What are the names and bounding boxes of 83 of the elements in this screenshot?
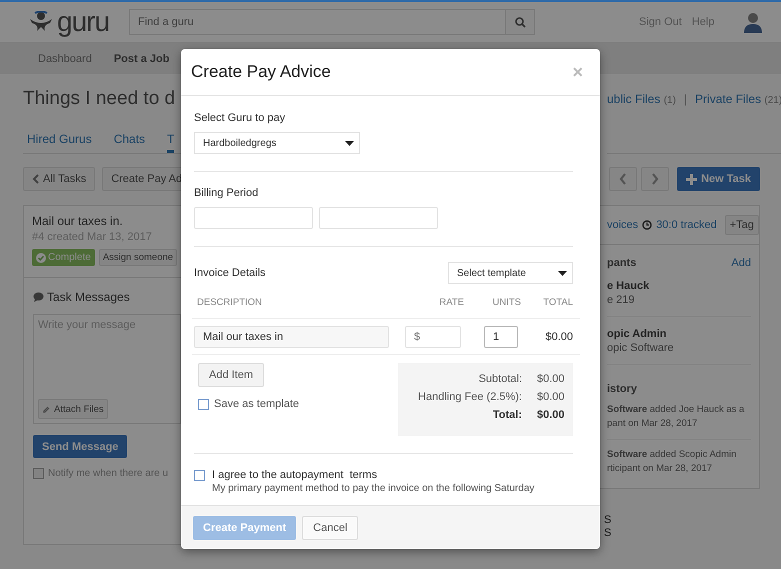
column-header: DESCRIPTION bbox=[196, 296, 263, 308]
summary-label: Subtotal: bbox=[478, 373, 522, 387]
tab[interactable]: Chats bbox=[114, 124, 146, 153]
units-field[interactable]: 1 bbox=[484, 326, 518, 348]
assign-button[interactable]: Assign someone bbox=[98, 249, 178, 266]
close-button[interactable]: × bbox=[572, 62, 583, 82]
participant-detail: e 219 bbox=[607, 293, 636, 307]
notify-label: Notify me when there are u bbox=[48, 468, 168, 479]
checkbox[interactable] bbox=[194, 470, 205, 481]
rate-field[interactable]: $ bbox=[405, 326, 461, 348]
checkbox[interactable] bbox=[198, 398, 209, 410]
logo-text: guru bbox=[57, 8, 110, 36]
header-link[interactable]: Help bbox=[692, 16, 714, 28]
all-tasks-button[interactable]: All Tasks bbox=[23, 167, 96, 191]
summary-value: $0.00 bbox=[537, 409, 563, 423]
participants-title: pants bbox=[607, 257, 636, 269]
plus-icon bbox=[686, 174, 698, 184]
chevron-right-icon bbox=[651, 173, 660, 185]
check-circle-icon bbox=[36, 252, 46, 262]
logo-icon bbox=[27, 11, 55, 33]
header-link[interactable]: Sign Out bbox=[639, 16, 682, 28]
summary-value: $0.00 bbox=[537, 391, 563, 405]
send-message-button[interactable]: Send Message bbox=[33, 435, 128, 458]
template-select[interactable]: Select template bbox=[448, 262, 573, 284]
invoices-link[interactable]: voices bbox=[607, 219, 638, 231]
files-link[interactable]: ublic Files (1) bbox=[607, 92, 676, 106]
chevron-left-icon bbox=[32, 174, 39, 184]
tab[interactable]: T bbox=[167, 124, 174, 153]
dialog-button[interactable]: Cancel bbox=[302, 516, 358, 540]
tab[interactable]: Hired Gurus bbox=[27, 124, 92, 153]
nav-link[interactable]: Post a Job bbox=[114, 52, 170, 64]
history-text: rticipant on Mar 28, 2017 bbox=[607, 462, 712, 476]
complete-button[interactable]: Complete bbox=[32, 249, 95, 266]
dialog-title: Create Pay Advice bbox=[191, 62, 331, 82]
new-task-button[interactable]: New Task bbox=[677, 167, 760, 191]
participant-name: e Hauck bbox=[607, 279, 650, 293]
page-title: Things I need to d bbox=[23, 88, 176, 110]
search-field[interactable]: Find a guru bbox=[129, 9, 505, 35]
search-icon bbox=[514, 16, 526, 28]
field-label: Select Guru to pay bbox=[194, 112, 286, 124]
separator: | bbox=[684, 92, 688, 106]
field-label: Billing Period bbox=[194, 187, 260, 199]
column-header: TOTAL bbox=[542, 296, 573, 308]
chat-bubble-icon bbox=[33, 292, 44, 302]
checkbox[interactable] bbox=[33, 468, 44, 479]
previous-button[interactable] bbox=[609, 167, 638, 191]
tracked-time: 30:0 tracked bbox=[656, 219, 717, 231]
nav-link[interactable]: Dashboard bbox=[38, 52, 92, 64]
column-header: RATE bbox=[438, 296, 464, 308]
task-title: Mail our taxes in. bbox=[32, 214, 124, 228]
avatar-icon[interactable] bbox=[742, 11, 764, 33]
participant-name: opic Admin bbox=[607, 327, 668, 341]
add-item-button[interactable]: Add Item bbox=[198, 363, 264, 387]
column-header: UNITS bbox=[492, 296, 521, 308]
checkbox-label: Save as template bbox=[214, 398, 299, 410]
attach-files-button[interactable]: Attach Files bbox=[38, 399, 108, 419]
date-field[interactable] bbox=[194, 207, 313, 229]
checkbox-label: I agree to the autopayment terms bbox=[212, 469, 378, 481]
next-button[interactable] bbox=[641, 167, 670, 191]
chevron-left-icon bbox=[619, 173, 628, 185]
history-text: Software added Scopic Admin bbox=[607, 448, 736, 462]
search-button[interactable] bbox=[505, 9, 535, 35]
participant-detail: opic Software bbox=[607, 341, 675, 355]
add-link[interactable]: Add bbox=[731, 257, 751, 269]
text-fragment: S bbox=[604, 514, 612, 527]
history-text: Software added Joe Hauck as a bbox=[607, 403, 744, 417]
line-total: $0.00 bbox=[544, 330, 573, 342]
field-label: Invoice Details bbox=[194, 267, 266, 279]
summary-label: Handling Fee (2.5%): bbox=[418, 391, 522, 405]
guru-select[interactable]: Hardboiledgregs bbox=[194, 132, 360, 154]
caret-icon bbox=[345, 140, 354, 146]
text-fragment: S bbox=[604, 527, 612, 540]
checkbox-note: My primary payment method to pay the invoice on the following Saturday bbox=[212, 483, 534, 494]
history-title: istory bbox=[607, 383, 638, 395]
summary-value: $0.00 bbox=[537, 373, 563, 387]
clock-icon bbox=[642, 220, 652, 230]
date-field[interactable] bbox=[319, 207, 438, 229]
caret-icon bbox=[558, 270, 567, 276]
messages-title: Task Messages bbox=[47, 290, 130, 304]
tag-button[interactable]: +Tag bbox=[724, 215, 759, 235]
history-text: pant on Mar 28, 2017 bbox=[607, 417, 698, 431]
description-field[interactable]: Mail our taxes in bbox=[194, 326, 389, 348]
summary-label: Total: bbox=[492, 409, 522, 423]
